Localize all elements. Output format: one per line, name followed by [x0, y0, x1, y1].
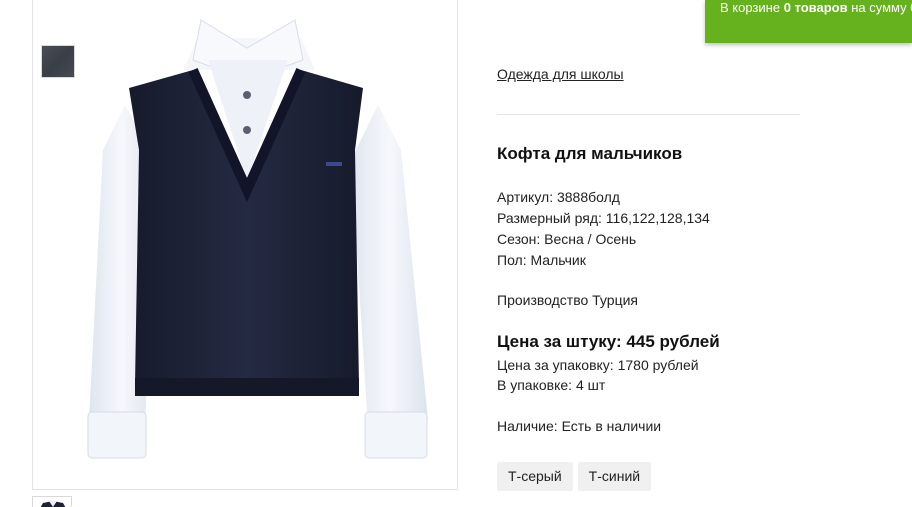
variant-blue-button[interactable]: Т-синий: [577, 462, 652, 491]
availability-status: Наличие: Есть в наличии: [497, 418, 662, 434]
color-variants: Т-серый Т-синий: [497, 462, 652, 491]
price-per-pack: Цена за упаковку: 1780 рублей: [497, 357, 699, 373]
product-title: Кофта для мальчиков: [497, 144, 683, 163]
cart-prefix: В корзине: [720, 0, 784, 15]
pack-size: В упаковке: 4 шт: [497, 377, 606, 393]
property-sizes: Размерный ряд: 116,122,128,134: [497, 210, 710, 226]
category-link[interactable]: Одежда для школы: [497, 66, 624, 82]
property-article: Артикул: 3888болд: [497, 189, 620, 205]
pack-info: Цена за упаковку: 1780 рублей В упаковке…: [497, 355, 699, 395]
property-gender: Пол: Мальчик: [497, 252, 586, 268]
cart-summary-banner[interactable]: В корзине 0 товаров на сумму 0: [705, 0, 912, 43]
cart-suffix: на сумму 0: [847, 0, 912, 15]
price-per-item: Цена за штуку: 445 рублей: [497, 332, 720, 351]
property-season: Сезон: Весна / Осень: [497, 231, 637, 247]
product-image[interactable]: [32, 0, 458, 490]
product-photo: [87, 19, 428, 459]
variant-gray-button[interactable]: Т-серый: [497, 462, 573, 491]
product-origin: Производство Турция: [497, 292, 638, 308]
product-thumbnail[interactable]: [32, 496, 72, 507]
gray-swatch-thumbnail-icon[interactable]: [41, 45, 75, 78]
divider: [497, 114, 800, 115]
product-properties: Артикул: 3888болд Размерный ряд: 116,122…: [497, 187, 710, 271]
cart-count: 0 товаров: [783, 0, 848, 15]
